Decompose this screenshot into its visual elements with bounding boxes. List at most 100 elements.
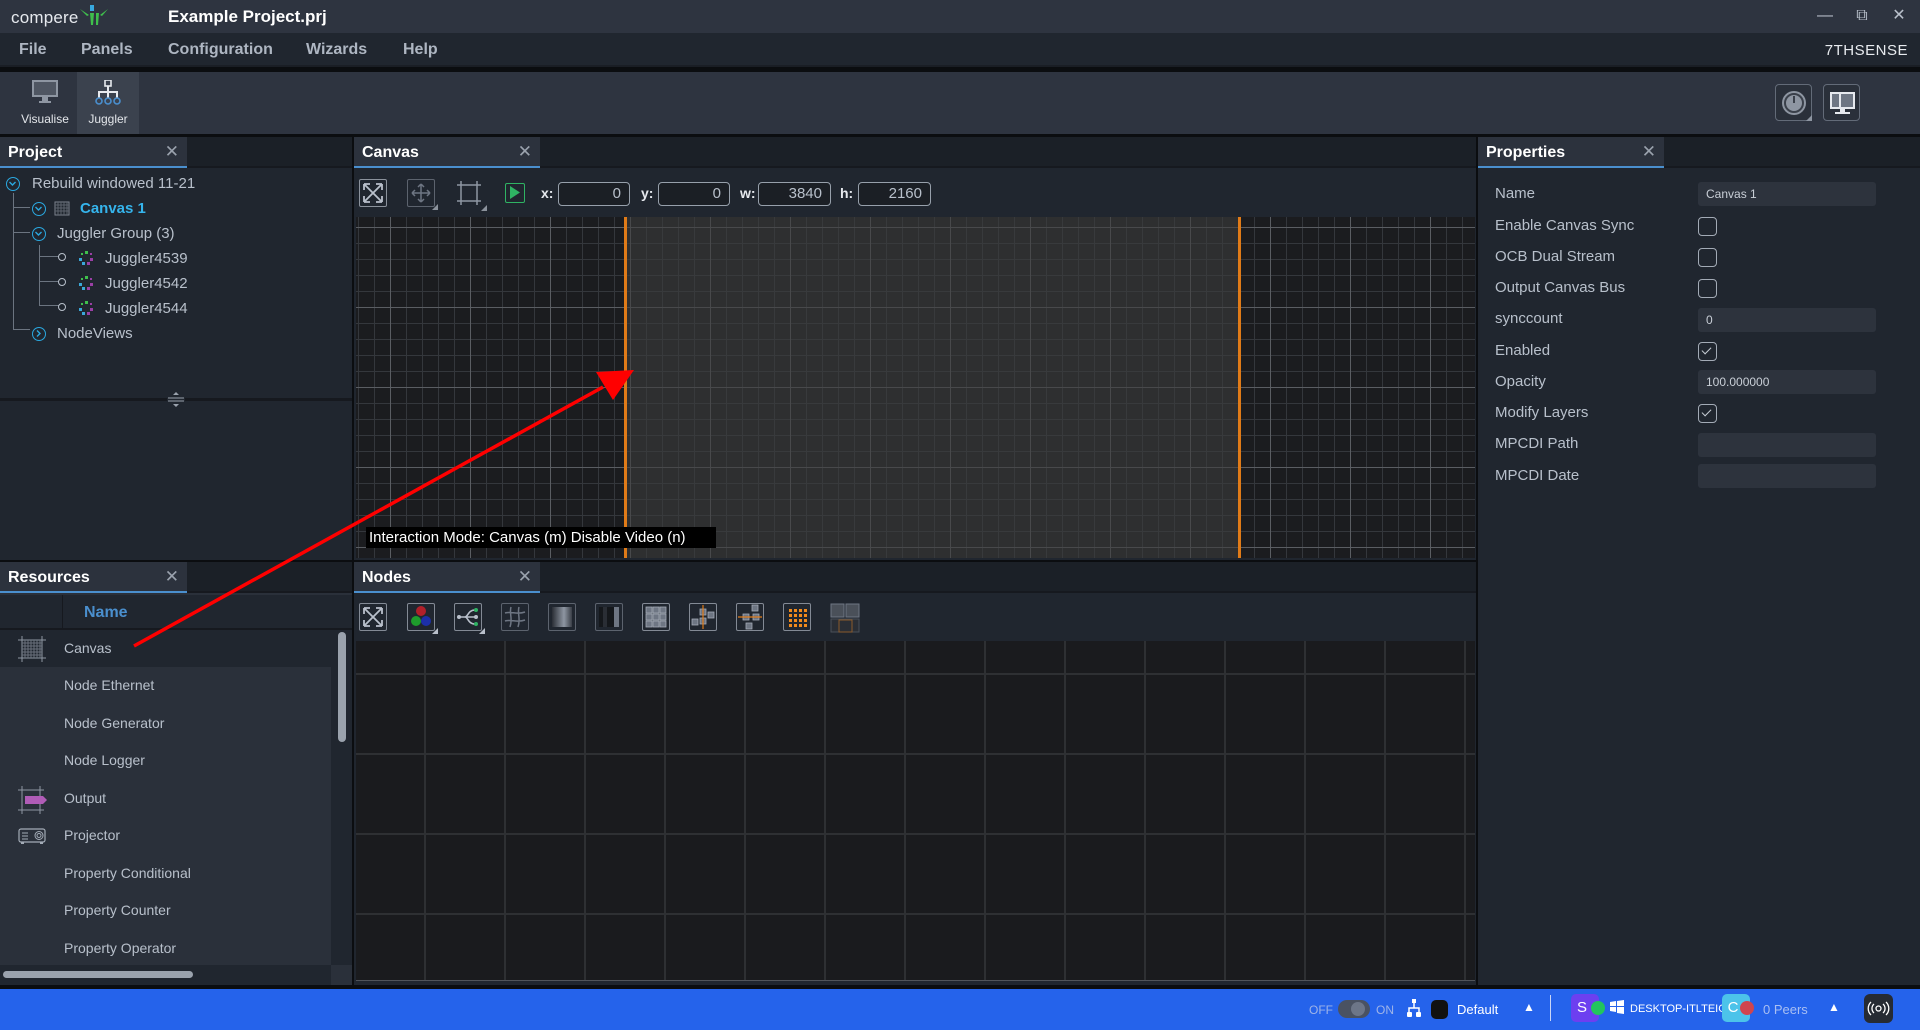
column-header-name[interactable]: Name xyxy=(84,604,128,622)
mpcdi-path-field[interactable] xyxy=(1698,433,1876,457)
property-label-mpcdi-path: MPCDI Path xyxy=(1495,435,1579,452)
property-label-enabled: Enabled xyxy=(1495,342,1551,359)
visualise-mode-button[interactable]: Visualise xyxy=(14,72,76,134)
tree-item-canvas-1[interactable]: Canvas 1 xyxy=(32,198,332,220)
close-resources-panel-icon[interactable]: ✕ xyxy=(165,567,179,587)
blend-node-button[interactable] xyxy=(595,603,623,631)
resource-item-output[interactable]: Output xyxy=(0,780,331,817)
grid-node-button[interactable] xyxy=(642,603,670,631)
tree-item-label: Canvas 1 xyxy=(80,200,146,217)
profile-name[interactable]: Default xyxy=(1457,1002,1498,1017)
sync-toggle[interactable] xyxy=(1338,1000,1370,1018)
profile-dropdown-icon[interactable]: ▲ xyxy=(1523,1000,1535,1014)
close-project-panel-icon[interactable]: ✕ xyxy=(165,142,179,162)
menu-wizards[interactable]: Wizards xyxy=(306,41,367,59)
close-window-button[interactable]: ✕ xyxy=(1886,5,1912,27)
enable-canvas-sync-checkbox[interactable] xyxy=(1698,217,1717,236)
align-horizontal-button[interactable] xyxy=(736,603,764,631)
close-canvas-panel-icon[interactable]: ✕ xyxy=(518,142,532,162)
expand-chevron-icon[interactable] xyxy=(6,177,20,191)
rgb-node-button[interactable] xyxy=(407,603,438,634)
fit-view-icon xyxy=(363,183,383,203)
tab-properties[interactable]: Properties ✕ xyxy=(1478,137,1664,168)
broadcast-button[interactable] xyxy=(1864,994,1893,1023)
resource-item-projector[interactable]: Projector xyxy=(0,817,331,854)
x-input[interactable]: 0 xyxy=(558,182,630,206)
resource-item[interactable]: Property Counter xyxy=(0,892,331,929)
tab-canvas[interactable]: Canvas ✕ xyxy=(354,137,540,168)
expand-chevron-icon[interactable] xyxy=(32,327,46,341)
splitter-node-button[interactable] xyxy=(454,603,485,634)
play-icon xyxy=(510,186,520,199)
resource-item[interactable]: Node Ethernet xyxy=(0,667,331,704)
menu-file[interactable]: File xyxy=(19,41,47,59)
resource-item-canvas[interactable]: Canvas xyxy=(0,630,331,667)
dot-matrix-button[interactable] xyxy=(783,603,811,631)
ocb-dual-stream-checkbox[interactable] xyxy=(1698,248,1717,267)
align-vertical-button[interactable] xyxy=(689,603,717,631)
menu-help[interactable]: Help xyxy=(403,41,438,59)
enabled-checkbox[interactable] xyxy=(1698,342,1717,361)
output-canvas-bus-checkbox[interactable] xyxy=(1698,279,1717,298)
juggler-mode-button[interactable]: Juggler xyxy=(77,72,139,134)
height-input[interactable]: 2160 xyxy=(858,182,931,206)
menu-bar: File Panels Configuration Wizards Help 7… xyxy=(0,33,1920,67)
tree-connector xyxy=(39,305,59,306)
play-button[interactable] xyxy=(505,183,525,203)
tab-project[interactable]: Project ✕ xyxy=(0,137,187,168)
synccount-field[interactable]: 0 xyxy=(1698,308,1876,332)
restore-button[interactable]: ⧉ xyxy=(1849,5,1875,27)
warp-node-button[interactable] xyxy=(501,603,529,631)
display-layout-button[interactable] xyxy=(1823,84,1860,121)
tree-item-juggler[interactable]: Juggler4544 xyxy=(58,298,258,320)
crop-tool-button[interactable] xyxy=(455,179,487,211)
tree-item-label: Juggler4542 xyxy=(105,275,188,292)
layout-node-button[interactable] xyxy=(830,603,860,633)
modify-layers-checkbox[interactable] xyxy=(1698,404,1717,423)
opacity-field[interactable]: 100.000000 xyxy=(1698,370,1876,394)
y-input[interactable]: 0 xyxy=(658,182,730,206)
canvas-bounds[interactable] xyxy=(624,217,1241,558)
vertical-scrollbar-thumb[interactable] xyxy=(338,632,346,742)
resource-label: Property Counter xyxy=(64,902,171,918)
tab-resources[interactable]: Resources ✕ xyxy=(0,562,187,593)
fit-view-button[interactable] xyxy=(359,179,387,207)
menu-panels[interactable]: Panels xyxy=(81,41,133,59)
width-input[interactable]: 3840 xyxy=(758,182,831,206)
tree-connector xyxy=(39,281,59,282)
project-tabbar: Project ✕ xyxy=(0,137,352,168)
close-nodes-panel-icon[interactable]: ✕ xyxy=(518,567,532,587)
resource-item[interactable]: Property Operator xyxy=(0,930,331,967)
resource-item[interactable]: Property Conditional xyxy=(0,855,331,892)
nodes-fit-view-button[interactable] xyxy=(359,603,387,631)
minimize-button[interactable]: — xyxy=(1812,5,1838,27)
move-tool-button[interactable] xyxy=(407,179,438,210)
mpcdi-date-field[interactable] xyxy=(1698,464,1876,488)
tree-item-juggler[interactable]: Juggler4539 xyxy=(58,248,258,270)
peers-dropdown-icon[interactable]: ▲ xyxy=(1828,1000,1840,1014)
gradient-node-button[interactable] xyxy=(548,603,576,631)
nodes-graph-viewport[interactable] xyxy=(356,641,1475,981)
leaf-node-icon xyxy=(58,278,66,286)
tree-item-juggler[interactable]: Juggler4542 xyxy=(58,273,258,295)
projector-icon xyxy=(18,828,46,844)
menu-configuration[interactable]: Configuration xyxy=(168,41,273,59)
resources-panel: Resources ✕ Name Canvas Node Ethernet No… xyxy=(0,562,352,985)
tab-nodes[interactable]: Nodes ✕ xyxy=(354,562,540,593)
power-button[interactable] xyxy=(1775,84,1812,121)
splitter-handle-icon[interactable] xyxy=(167,391,185,408)
canvas-viewport[interactable]: Interaction Mode: Canvas (m) Disable Vid… xyxy=(356,217,1475,558)
expand-chevron-icon[interactable] xyxy=(32,202,46,216)
resource-item[interactable]: Node Generator xyxy=(0,705,331,742)
resource-label: Property Conditional xyxy=(64,865,191,881)
expand-chevron-icon[interactable] xyxy=(32,227,46,241)
name-field[interactable]: Canvas 1 xyxy=(1698,182,1876,206)
align-horizontal-icon xyxy=(738,604,762,630)
horizontal-scrollbar-thumb[interactable] xyxy=(3,971,193,978)
brand-logo: 7THSENSE xyxy=(1824,42,1908,59)
close-properties-panel-icon[interactable]: ✕ xyxy=(1642,142,1656,162)
resource-item[interactable]: Node Logger xyxy=(0,742,331,779)
tree-connector xyxy=(39,245,40,305)
dropdown-corner-icon xyxy=(432,204,438,210)
client-offline-indicator xyxy=(1740,1001,1754,1015)
